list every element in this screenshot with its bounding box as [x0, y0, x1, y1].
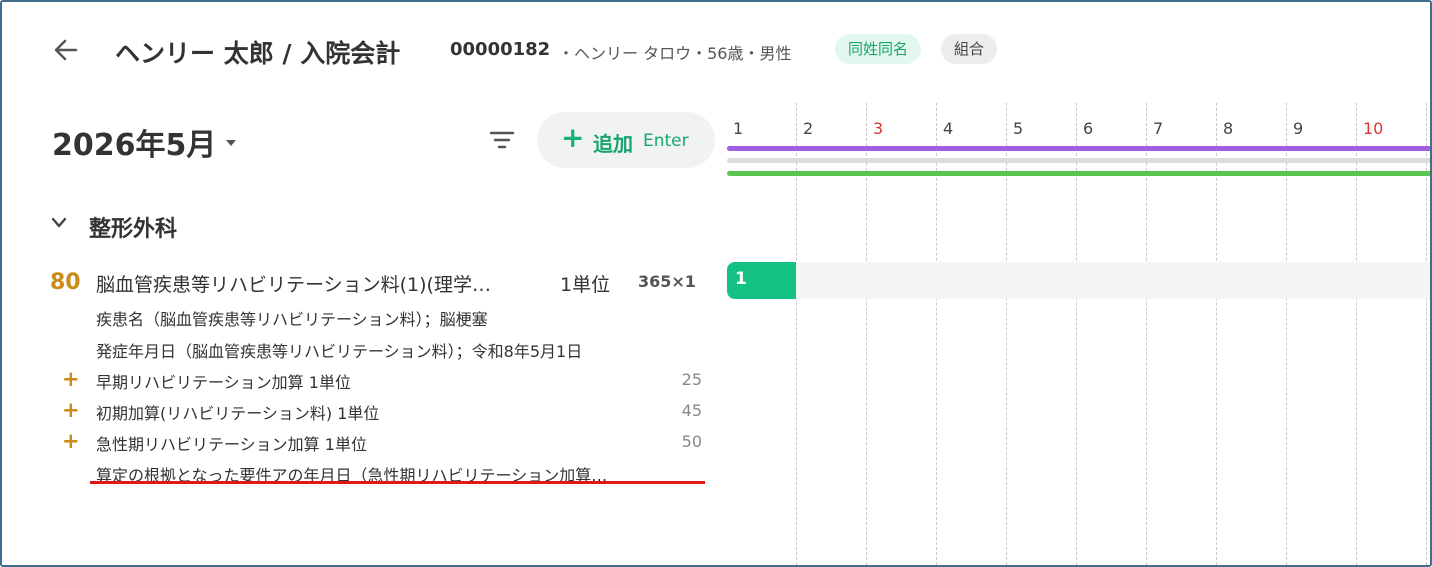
- calendar-day-8: 8: [1223, 119, 1234, 138]
- item-points: 80: [50, 270, 81, 295]
- month-selector[interactable]: 2026年5月: [52, 120, 237, 164]
- addon-points: 50: [681, 432, 702, 451]
- calendar-day-7: 7: [1153, 119, 1164, 138]
- add-button-label: 追加: [593, 132, 633, 156]
- caret-down-icon: [226, 139, 237, 146]
- page-title: ヘンリー 太郎 / 入院会計: [115, 39, 401, 68]
- addon-points: 45: [681, 401, 702, 420]
- plus-icon: +: [62, 367, 80, 391]
- calendar-day-5: 5: [1013, 119, 1024, 138]
- plus-icon: +: [561, 121, 585, 154]
- calendar-day-4: 4: [943, 119, 954, 138]
- add-button[interactable]: + 追加 Enter: [537, 112, 715, 168]
- addon-points: 25: [681, 370, 702, 389]
- period-bar-purple: [727, 146, 1430, 151]
- calendar-day-9: 9: [1293, 119, 1304, 138]
- calendar-day-6: 6: [1083, 119, 1094, 138]
- red-underline-highlight: [90, 481, 705, 484]
- detail-disease-name: 疾患名（脳血管疾患等リハビリテーション料）；脳梗塞: [96, 310, 488, 329]
- calendar-day-2: 2: [803, 119, 814, 138]
- plus-icon: +: [62, 398, 80, 422]
- period-bar-green: [727, 171, 1430, 176]
- addon-item[interactable]: 早期リハビリテーション加算 1単位: [96, 369, 351, 393]
- patient-id: 00000182: [450, 39, 551, 60]
- calendar-item-row: [727, 262, 1430, 299]
- arrow-left-icon[interactable]: [52, 36, 80, 64]
- item-unit: 1単位: [560, 274, 611, 296]
- item-quantity: 365×1: [638, 272, 696, 291]
- addon-item[interactable]: 初期加算(リハビリテーション料) 1単位: [96, 400, 379, 424]
- calendar-day-1: 1: [733, 119, 744, 138]
- calendar-day-10: 10: [1363, 119, 1384, 138]
- calendar-cell-day1[interactable]: 1: [727, 262, 796, 299]
- patient-info: ・ヘンリー タロウ・56歳・男性: [558, 44, 792, 63]
- insurance-badge: 組合: [941, 34, 998, 64]
- filter-icon[interactable]: [489, 129, 515, 151]
- cell-count: 1: [735, 269, 747, 289]
- section-title: 整形外科: [89, 217, 178, 242]
- chevron-down-icon[interactable]: [50, 216, 68, 230]
- month-label: 2026年5月: [52, 128, 217, 163]
- addon-item[interactable]: 急性期リハビリテーション加算 1単位: [96, 431, 367, 455]
- plus-icon: +: [62, 429, 80, 453]
- item-name[interactable]: 脳血管疾患等リハビリテーション料(1)(理学…: [96, 270, 491, 297]
- detail-onset-date: 発症年月日（脳血管疾患等リハビリテーション料）；令和8年5月1日: [96, 342, 583, 361]
- same-name-badge: 同姓同名: [835, 34, 922, 64]
- add-shortcut-hint: Enter: [643, 131, 689, 151]
- period-bar-gray: [727, 158, 1430, 163]
- calendar-day-3: 3: [873, 119, 884, 138]
